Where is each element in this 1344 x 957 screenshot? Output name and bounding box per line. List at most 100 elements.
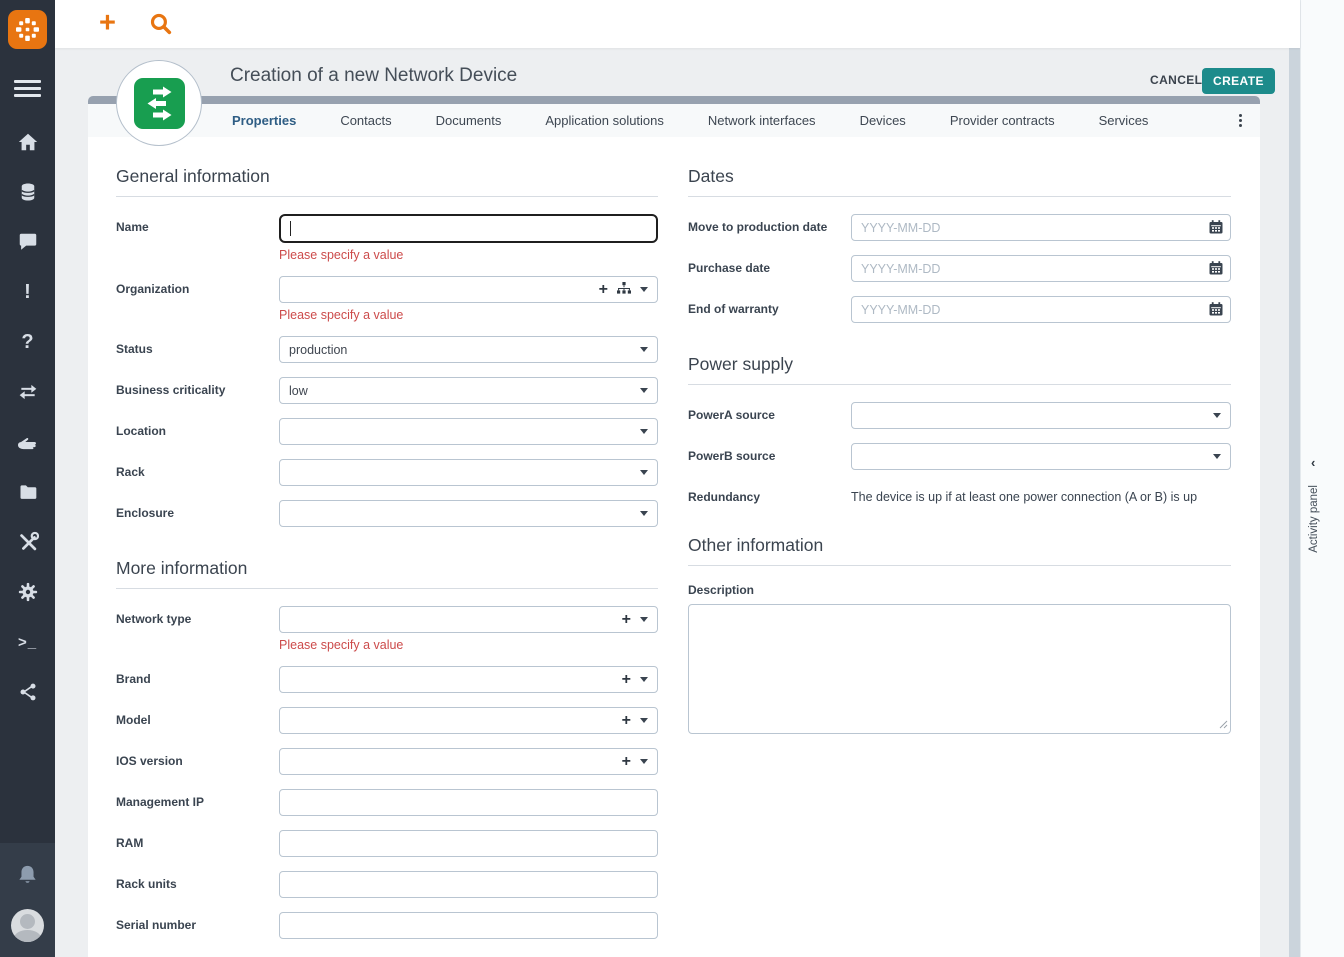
chevron-down-icon (640, 347, 648, 352)
serial-number-input[interactable] (279, 912, 658, 939)
tab-contacts[interactable]: Contacts (340, 113, 391, 128)
field-label: Enclosure (116, 500, 279, 520)
chevron-down-icon (640, 470, 648, 475)
screen: ! ? (0, 0, 1344, 957)
network-device-icon (133, 77, 186, 130)
calendar-icon[interactable] (1209, 261, 1223, 280)
field-label: Move to production date (688, 214, 851, 234)
chevron-down-icon[interactable] (640, 287, 648, 292)
section-title-power-supply: Power supply (688, 354, 1231, 385)
redundancy-value: The device is up if at least one power c… (851, 484, 1231, 504)
field-serial-number: Serial number (116, 912, 658, 939)
field-description: Description (688, 583, 1231, 739)
field-enclosure: Enclosure (116, 500, 658, 527)
cancel-button[interactable]: CANCEL (1144, 72, 1208, 88)
chevron-down-icon (640, 388, 648, 393)
chevron-down-icon[interactable] (640, 617, 648, 622)
enclosure-select[interactable] (279, 500, 658, 527)
activity-panel-label[interactable]: Activity panel (1308, 485, 1320, 553)
field-rack-units: Rack units (116, 871, 658, 898)
chevron-down-icon[interactable] (640, 677, 648, 682)
add-brand-icon[interactable]: + (622, 672, 631, 688)
tab-provider-contracts[interactable]: Provider contracts (950, 113, 1055, 128)
database-icon[interactable] (16, 180, 40, 204)
expand-activity-panel-icon[interactable]: ‹ (1311, 455, 1315, 470)
chevron-down-icon (640, 511, 648, 516)
notifications-bell-icon[interactable] (16, 863, 39, 892)
field-brand: Brand + (116, 666, 658, 693)
field-purchase-date: Purchase date (688, 255, 1231, 282)
rack-select[interactable] (279, 459, 658, 486)
purchase-date-input[interactable] (851, 255, 1231, 282)
tab-devices[interactable]: Devices (860, 113, 906, 128)
calendar-icon[interactable] (1209, 302, 1223, 321)
alert-exclamation-icon[interactable]: ! (16, 280, 40, 304)
tab-documents[interactable]: Documents (436, 113, 502, 128)
field-label: Purchase date (688, 255, 851, 275)
tab-overflow-menu-icon[interactable] (1237, 112, 1244, 129)
user-avatar[interactable] (11, 909, 44, 942)
powera-source-select[interactable] (851, 402, 1231, 429)
chevron-down-icon[interactable] (640, 759, 648, 764)
tab-properties[interactable]: Properties (232, 113, 296, 128)
add-ios-version-icon[interactable]: + (622, 754, 631, 770)
tab-network-interfaces[interactable]: Network interfaces (708, 113, 816, 128)
global-topbar: + (55, 0, 1300, 48)
field-organization: Organization + (116, 276, 658, 322)
helping-hand-icon[interactable] (16, 430, 40, 454)
move-to-production-date-input[interactable] (851, 214, 1231, 241)
terminal-icon[interactable]: >_ (16, 630, 40, 654)
field-label: Management IP (116, 789, 279, 809)
field-label: PowerB source (688, 443, 851, 463)
activity-panel: ‹ Activity panel (1300, 0, 1344, 957)
help-question-icon[interactable]: ? (16, 330, 40, 354)
end-of-warranty-input[interactable] (851, 296, 1231, 323)
home-icon[interactable] (16, 130, 40, 154)
network-type-select[interactable]: + (279, 606, 658, 633)
model-select[interactable]: + (279, 707, 658, 734)
selected-value: production (289, 343, 347, 357)
organization-select[interactable]: + (279, 276, 658, 303)
field-end-of-warranty: End of warranty (688, 296, 1231, 323)
gear-icon[interactable] (16, 580, 40, 604)
left-column: General information Name Please specify … (116, 137, 658, 953)
page-title: Creation of a new Network Device (230, 65, 517, 87)
status-select[interactable]: production (279, 336, 658, 363)
business-criticality-select[interactable]: low (279, 377, 658, 404)
search-icon[interactable] (148, 11, 173, 41)
ios-version-select[interactable]: + (279, 748, 658, 775)
folder-icon[interactable] (16, 480, 40, 504)
ram-input[interactable] (279, 830, 658, 857)
field-name: Name Please specify a value (116, 214, 658, 262)
field-move-to-production-date: Move to production date (688, 214, 1231, 241)
field-label: Model (116, 707, 279, 727)
create-button[interactable]: CREATE (1202, 68, 1275, 94)
add-organization-icon[interactable]: + (599, 282, 608, 298)
add-icon[interactable]: + (99, 6, 116, 40)
vertical-scrollbar[interactable] (1289, 48, 1300, 957)
calendar-icon[interactable] (1209, 220, 1223, 239)
exchange-arrows-icon[interactable] (16, 380, 40, 404)
tab-services[interactable]: Services (1099, 113, 1149, 128)
rack-units-input[interactable] (279, 871, 658, 898)
field-label: Status (116, 336, 279, 356)
management-ip-input[interactable] (279, 789, 658, 816)
location-select[interactable] (279, 418, 658, 445)
add-model-icon[interactable]: + (622, 713, 631, 729)
description-textarea[interactable] (688, 604, 1231, 734)
hamburger-menu-icon[interactable] (14, 76, 41, 101)
field-network-type: Network type + Please specify a value (116, 606, 658, 652)
chat-icon[interactable] (16, 230, 40, 254)
text-cursor (290, 221, 291, 236)
add-network-type-icon[interactable]: + (622, 612, 631, 628)
itop-logo-icon[interactable] (8, 10, 47, 49)
name-input[interactable] (279, 214, 658, 243)
chevron-down-icon[interactable] (640, 718, 648, 723)
brand-select[interactable]: + (279, 666, 658, 693)
hierarchy-icon[interactable] (617, 282, 631, 297)
powerb-source-select[interactable] (851, 443, 1231, 470)
tools-icon[interactable] (16, 530, 40, 554)
object-form-card: Properties Contacts Documents Applicatio… (88, 96, 1260, 957)
share-network-icon[interactable] (16, 680, 40, 704)
tab-application-solutions[interactable]: Application solutions (545, 113, 664, 128)
